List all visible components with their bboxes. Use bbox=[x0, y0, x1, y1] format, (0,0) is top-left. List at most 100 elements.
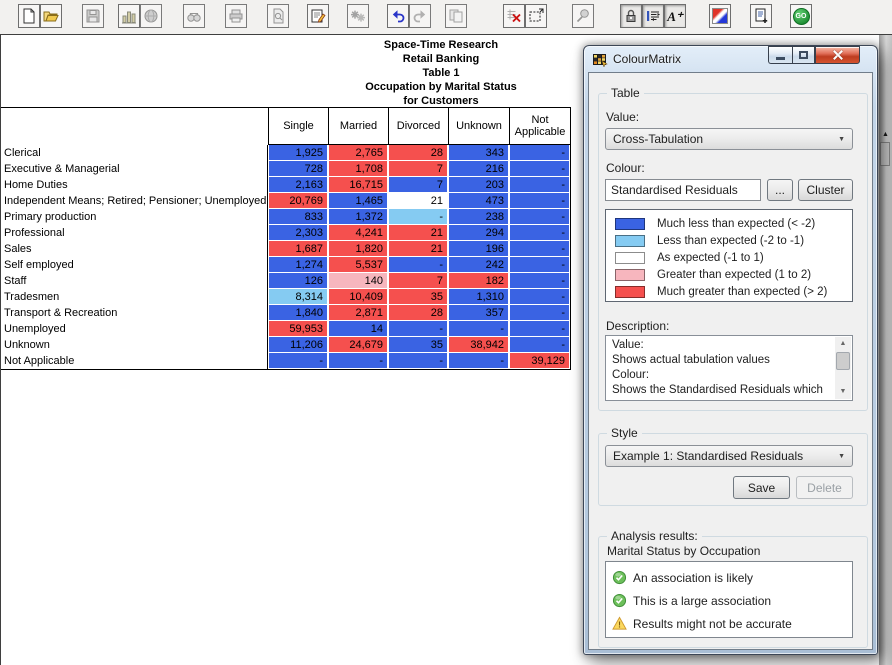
minimize-button[interactable] bbox=[768, 46, 792, 64]
row-label[interactable]: Not Applicable bbox=[1, 353, 268, 369]
table-cell[interactable]: 1,840 bbox=[268, 305, 328, 321]
add-document-button[interactable] bbox=[750, 4, 772, 28]
column-header[interactable]: Single bbox=[268, 108, 328, 145]
maximize-button[interactable] bbox=[792, 46, 815, 64]
table-cell[interactable]: - bbox=[388, 321, 448, 337]
table-cell[interactable]: 1,925 bbox=[268, 145, 328, 161]
row-label[interactable]: Transport & Recreation bbox=[1, 305, 268, 321]
row-label[interactable]: Clerical bbox=[1, 145, 268, 161]
delete-rows-button[interactable] bbox=[503, 4, 525, 28]
table-cell[interactable]: - bbox=[448, 321, 509, 337]
table-cell[interactable]: 7 bbox=[388, 177, 448, 193]
table-cell[interactable]: 2,871 bbox=[328, 305, 388, 321]
table-cell[interactable]: - bbox=[509, 241, 570, 257]
value-combo[interactable]: Cross-Tabulation ▼ bbox=[605, 128, 853, 150]
table-cell[interactable]: 1,274 bbox=[268, 257, 328, 273]
row-label[interactable]: Home Duties bbox=[1, 177, 268, 193]
table-cell[interactable]: 2,303 bbox=[268, 225, 328, 241]
scrollbar-up-icon[interactable]: ▲ bbox=[835, 337, 851, 351]
table-cell[interactable]: 16,715 bbox=[328, 177, 388, 193]
table-cell[interactable]: 203 bbox=[448, 177, 509, 193]
table-cell[interactable]: 21 bbox=[388, 193, 448, 209]
table-cell[interactable]: 14 bbox=[328, 321, 388, 337]
table-cell[interactable]: 473 bbox=[448, 193, 509, 209]
column-header[interactable]: Unknown bbox=[448, 108, 509, 145]
main-vertical-scrollbar[interactable]: ▲ bbox=[879, 35, 892, 665]
table-cell[interactable]: - bbox=[388, 353, 448, 369]
table-cell[interactable]: 4,241 bbox=[328, 225, 388, 241]
open-file-button[interactable] bbox=[40, 4, 62, 28]
table-cell[interactable]: 2,163 bbox=[268, 177, 328, 193]
row-label[interactable]: Staff bbox=[1, 273, 268, 289]
row-label[interactable]: Unknown bbox=[1, 337, 268, 353]
table-cell[interactable]: - bbox=[509, 289, 570, 305]
table-cell[interactable]: 182 bbox=[448, 273, 509, 289]
table-cell[interactable]: 357 bbox=[448, 305, 509, 321]
row-label[interactable]: Unemployed bbox=[1, 321, 268, 337]
table-cell[interactable]: 59,953 bbox=[268, 321, 328, 337]
table-cell[interactable]: - bbox=[509, 337, 570, 353]
column-header[interactable]: Married bbox=[328, 108, 388, 145]
edit-notes-button[interactable] bbox=[307, 4, 329, 28]
scrollbar-thumb[interactable] bbox=[836, 352, 850, 370]
column-header[interactable]: Divorced bbox=[388, 108, 448, 145]
table-cell[interactable]: 294 bbox=[448, 225, 509, 241]
reshape-button[interactable] bbox=[525, 4, 547, 28]
table-cell[interactable]: 39,129 bbox=[509, 353, 570, 369]
table-cell[interactable]: 238 bbox=[448, 209, 509, 225]
close-button[interactable] bbox=[815, 46, 860, 64]
description-scrollbar[interactable]: ▲ ▼ bbox=[835, 337, 851, 399]
undo-button[interactable] bbox=[387, 4, 409, 28]
scrollbar-down-icon[interactable]: ▼ bbox=[835, 385, 851, 399]
row-label[interactable]: Tradesmen bbox=[1, 289, 268, 305]
table-cell[interactable]: 1,310 bbox=[448, 289, 509, 305]
table-cell[interactable]: 28 bbox=[388, 305, 448, 321]
table-cell[interactable]: - bbox=[509, 305, 570, 321]
table-cell[interactable]: 11,206 bbox=[268, 337, 328, 353]
lock-button[interactable] bbox=[620, 4, 642, 28]
table-cell[interactable]: 20,769 bbox=[268, 193, 328, 209]
table-cell[interactable]: - bbox=[509, 177, 570, 193]
table-cell[interactable]: 2,765 bbox=[328, 145, 388, 161]
table-cell[interactable]: 8,314 bbox=[268, 289, 328, 305]
new-file-button[interactable] bbox=[18, 4, 40, 28]
row-label[interactable]: Self employed bbox=[1, 257, 268, 273]
table-cell[interactable]: 216 bbox=[448, 161, 509, 177]
table-cell[interactable]: - bbox=[328, 353, 388, 369]
table-cell[interactable]: - bbox=[509, 273, 570, 289]
format-lines-button[interactable] bbox=[642, 4, 664, 28]
table-cell[interactable]: - bbox=[388, 257, 448, 273]
table-cell[interactable]: 1,687 bbox=[268, 241, 328, 257]
table-cell[interactable]: 1,820 bbox=[328, 241, 388, 257]
table-cell[interactable]: 728 bbox=[268, 161, 328, 177]
table-cell[interactable]: 140 bbox=[328, 273, 388, 289]
colour-input[interactable]: Standardised Residuals bbox=[605, 179, 761, 201]
colour-matrix-button[interactable] bbox=[709, 4, 731, 28]
table-cell[interactable]: - bbox=[388, 209, 448, 225]
table-cell[interactable]: - bbox=[509, 257, 570, 273]
table-cell[interactable]: 833 bbox=[268, 209, 328, 225]
table-cell[interactable]: 35 bbox=[388, 337, 448, 353]
table-cell[interactable]: - bbox=[448, 353, 509, 369]
style-combo[interactable]: Example 1: Standardised Residuals ▼ bbox=[605, 445, 853, 467]
row-label[interactable]: Independent Means; Retired; Pensioner; U… bbox=[1, 193, 268, 209]
table-cell[interactable]: - bbox=[509, 161, 570, 177]
table-cell[interactable]: 21 bbox=[388, 225, 448, 241]
table-cell[interactable]: - bbox=[509, 225, 570, 241]
table-cell[interactable]: 21 bbox=[388, 241, 448, 257]
table-cell[interactable]: 7 bbox=[388, 273, 448, 289]
table-cell[interactable]: 1,465 bbox=[328, 193, 388, 209]
table-cell[interactable]: - bbox=[509, 209, 570, 225]
cluster-button[interactable]: Cluster bbox=[798, 179, 853, 201]
browse-button[interactable]: ... bbox=[767, 179, 793, 201]
scrollbar-up-icon[interactable]: ▲ bbox=[879, 131, 892, 139]
table-cell[interactable]: - bbox=[509, 193, 570, 209]
table-cell[interactable]: 126 bbox=[268, 273, 328, 289]
table-cell[interactable]: 5,537 bbox=[328, 257, 388, 273]
table-cell[interactable]: - bbox=[268, 353, 328, 369]
table-cell[interactable]: 1,372 bbox=[328, 209, 388, 225]
column-header[interactable]: Not Applicable bbox=[509, 108, 570, 145]
row-label[interactable]: Executive & Managerial bbox=[1, 161, 268, 177]
go-button[interactable]: GO bbox=[790, 4, 812, 28]
table-cell[interactable]: 28 bbox=[388, 145, 448, 161]
